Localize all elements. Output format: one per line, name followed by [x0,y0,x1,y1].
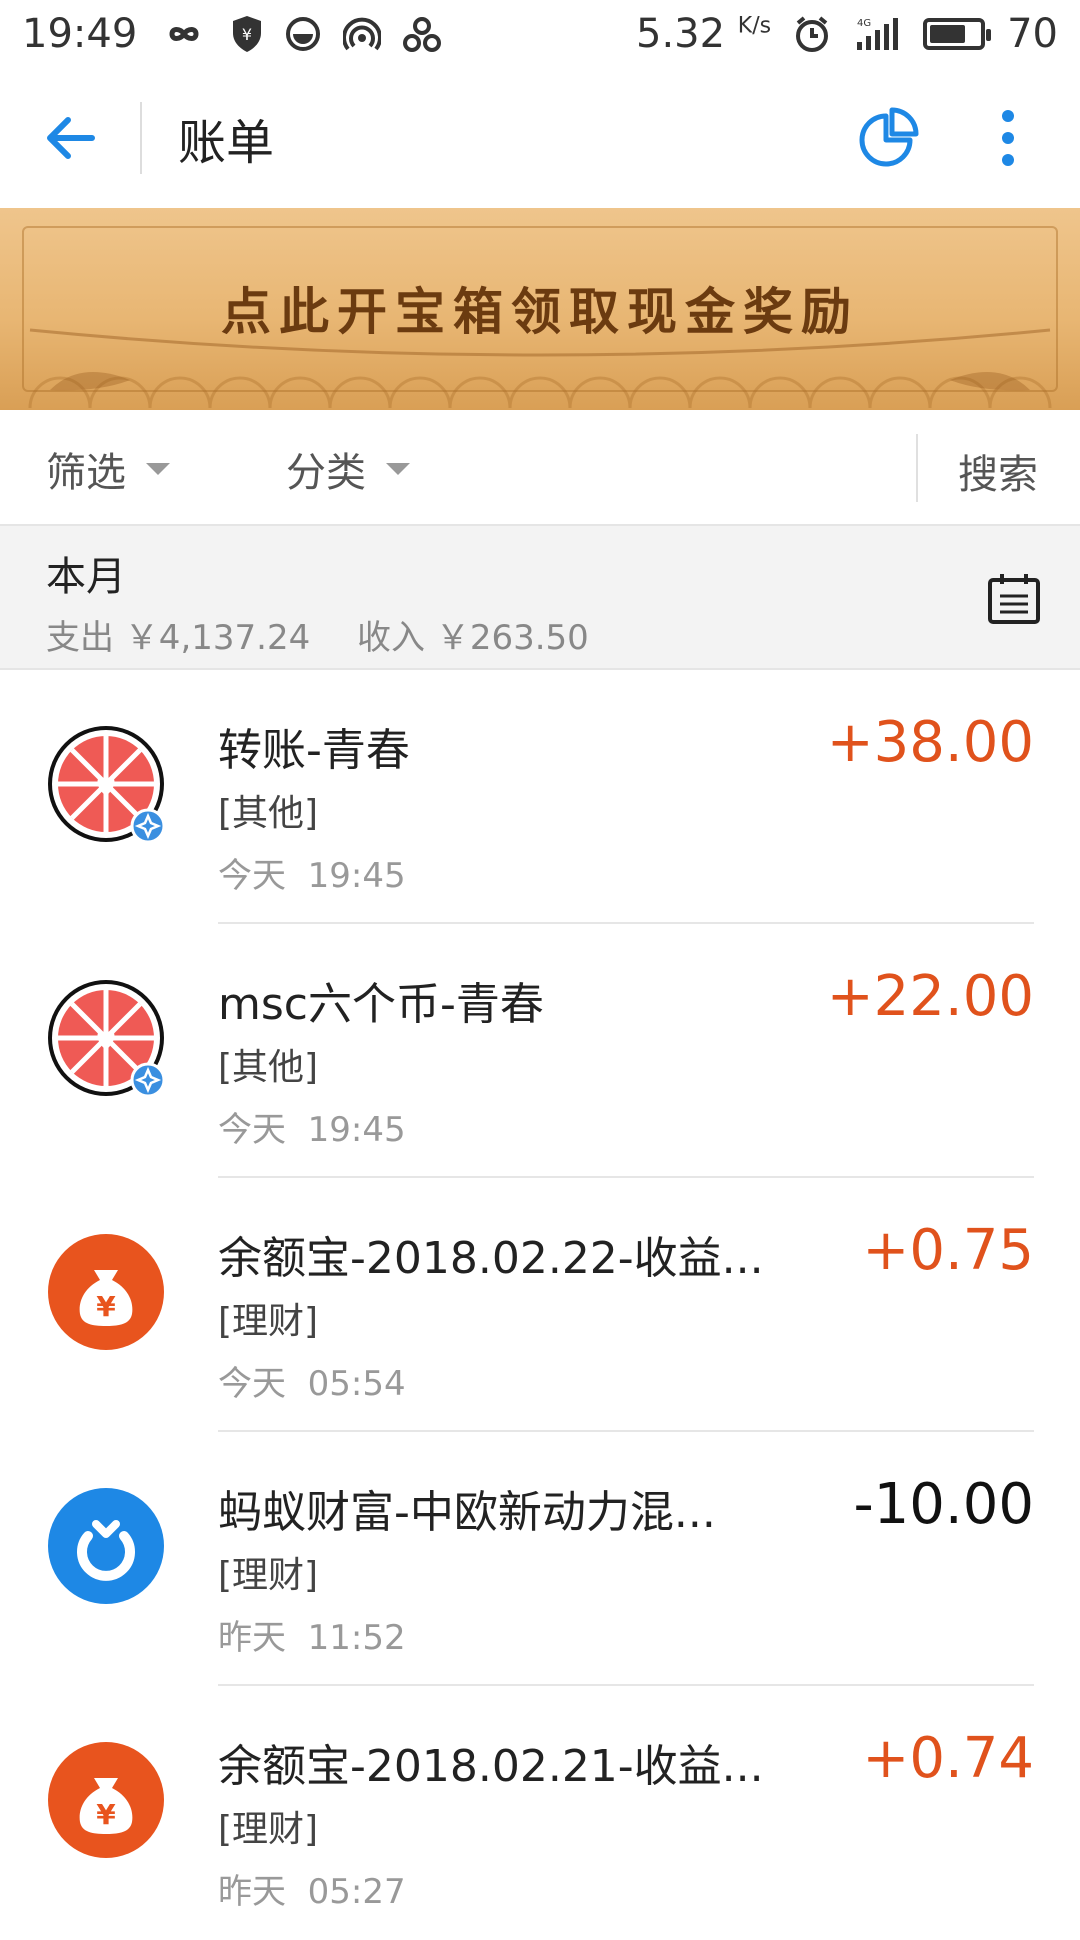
status-bar: 19:49 ¥ 5.32 K/s 4G 70 [0,0,1080,68]
transaction-category: [其他] [218,793,319,834]
grapefruit-avatar-icon [46,978,166,1098]
transaction-row[interactable]: ¥ 余额宝-2018.02.21-收益... [理财] 昨天 05:27 +0.… [0,1686,1080,1940]
back-button[interactable] [0,68,140,208]
banner-text: 点此开宝箱领取现金奖励 [221,283,859,341]
month-stats: 支出 ￥4,137.24 收入 ￥263.50 [46,610,625,659]
filter-bar: 筛选 分类 搜索 [0,410,1080,526]
transaction-time: 今天 19:45 [218,1110,406,1150]
svg-text:¥: ¥ [242,25,252,44]
transaction-title: 蚂蚁财富-中欧新动力混... [218,1487,716,1538]
shield-yen-icon: ¥ [231,15,263,53]
net-speed: 5.32 K/s [636,11,772,57]
ant-fortune-icon [46,1486,166,1606]
calendar-button[interactable] [978,562,1050,634]
pinwheel-icon [403,16,442,52]
battery-level [930,25,966,43]
status-time: 19:49 [22,11,138,57]
app-header: 账单 [0,68,1080,208]
battery-icon [923,18,992,50]
transaction-time: 今天 19:45 [218,856,406,896]
month-label: 本月 [46,554,126,600]
money-bag-icon: ¥ [46,1740,166,1860]
money-bag-icon: ¥ [46,1232,166,1352]
header-divider [140,102,142,174]
transaction-title: 余额宝-2018.02.22-收益... [218,1233,764,1284]
transaction-title: 余额宝-2018.02.21-收益... [218,1741,764,1792]
grapefruit-avatar-icon [46,724,166,844]
back-arrow-icon [47,117,95,159]
svg-text:¥: ¥ [96,1290,116,1323]
battery-percent: 70 [1007,11,1058,57]
transaction-row[interactable]: 转账-青春 [其他] 今天 19:45 +38.00 [0,670,1080,924]
transaction-amount: +0.74 [862,1726,1034,1791]
page-title: 账单 [178,115,275,171]
svg-text:¥: ¥ [96,1798,116,1831]
alarm-icon [793,15,831,53]
transaction-row[interactable]: 蚂蚁财富-中欧新动力混... [理财] 昨天 11:52 -10.00 [0,1432,1080,1686]
treasure-banner[interactable]: 点此开宝箱领取现金奖励 [0,208,1080,410]
chevron-down-icon [146,463,170,475]
month-expense: 支出 ￥4,137.24 [46,618,311,658]
transaction-time: 昨天 11:52 [218,1618,406,1658]
signal-icon: 4G [853,16,901,52]
transaction-category: [理财] [218,1301,319,1342]
svg-text:4G: 4G [857,18,871,29]
transaction-amount: +38.00 [826,710,1034,775]
pie-chart-icon [859,107,919,167]
transaction-category: [理财] [218,1809,319,1850]
month-income: 收入 ￥263.50 [357,618,589,658]
transaction-title: 转账-青春 [218,725,410,776]
filter-divider [916,434,918,502]
transaction-time: 昨天 05:27 [218,1872,406,1912]
circle-app-icon [285,16,321,52]
hotspot-icon [343,16,382,52]
statistics-button[interactable] [848,98,928,178]
calendar-icon [988,574,1040,624]
transaction-category: [理财] [218,1555,319,1596]
filter-dropdown[interactable]: 筛选 [46,440,170,498]
transaction-list: 转账-青春 [其他] 今天 19:45 +38.00 msc六个币-青春 [其他… [0,670,1080,1940]
transaction-category: [其他] [218,1047,319,1088]
more-button[interactable] [968,98,1048,178]
transaction-time: 今天 05:54 [218,1364,406,1404]
transaction-title: msc六个币-青春 [218,979,544,1030]
chevron-down-icon [386,463,410,475]
transaction-amount: -10.00 [853,1472,1034,1537]
more-vertical-icon [1002,110,1014,166]
transaction-amount: +0.75 [862,1218,1034,1283]
infinity-icon [159,19,209,49]
category-dropdown[interactable]: 分类 [286,440,410,498]
transaction-amount: +22.00 [826,964,1034,1029]
category-label: 分类 [286,450,366,496]
filter-label: 筛选 [46,450,126,496]
transaction-row[interactable]: msc六个币-青春 [其他] 今天 19:45 +22.00 [0,924,1080,1178]
transaction-row[interactable]: ¥ 余额宝-2018.02.22-收益... [理财] 今天 05:54 +0.… [0,1178,1080,1432]
month-summary: 本月 支出 ￥4,137.24 收入 ￥263.50 [0,526,1080,670]
search-button[interactable]: 搜索 [958,442,1038,500]
